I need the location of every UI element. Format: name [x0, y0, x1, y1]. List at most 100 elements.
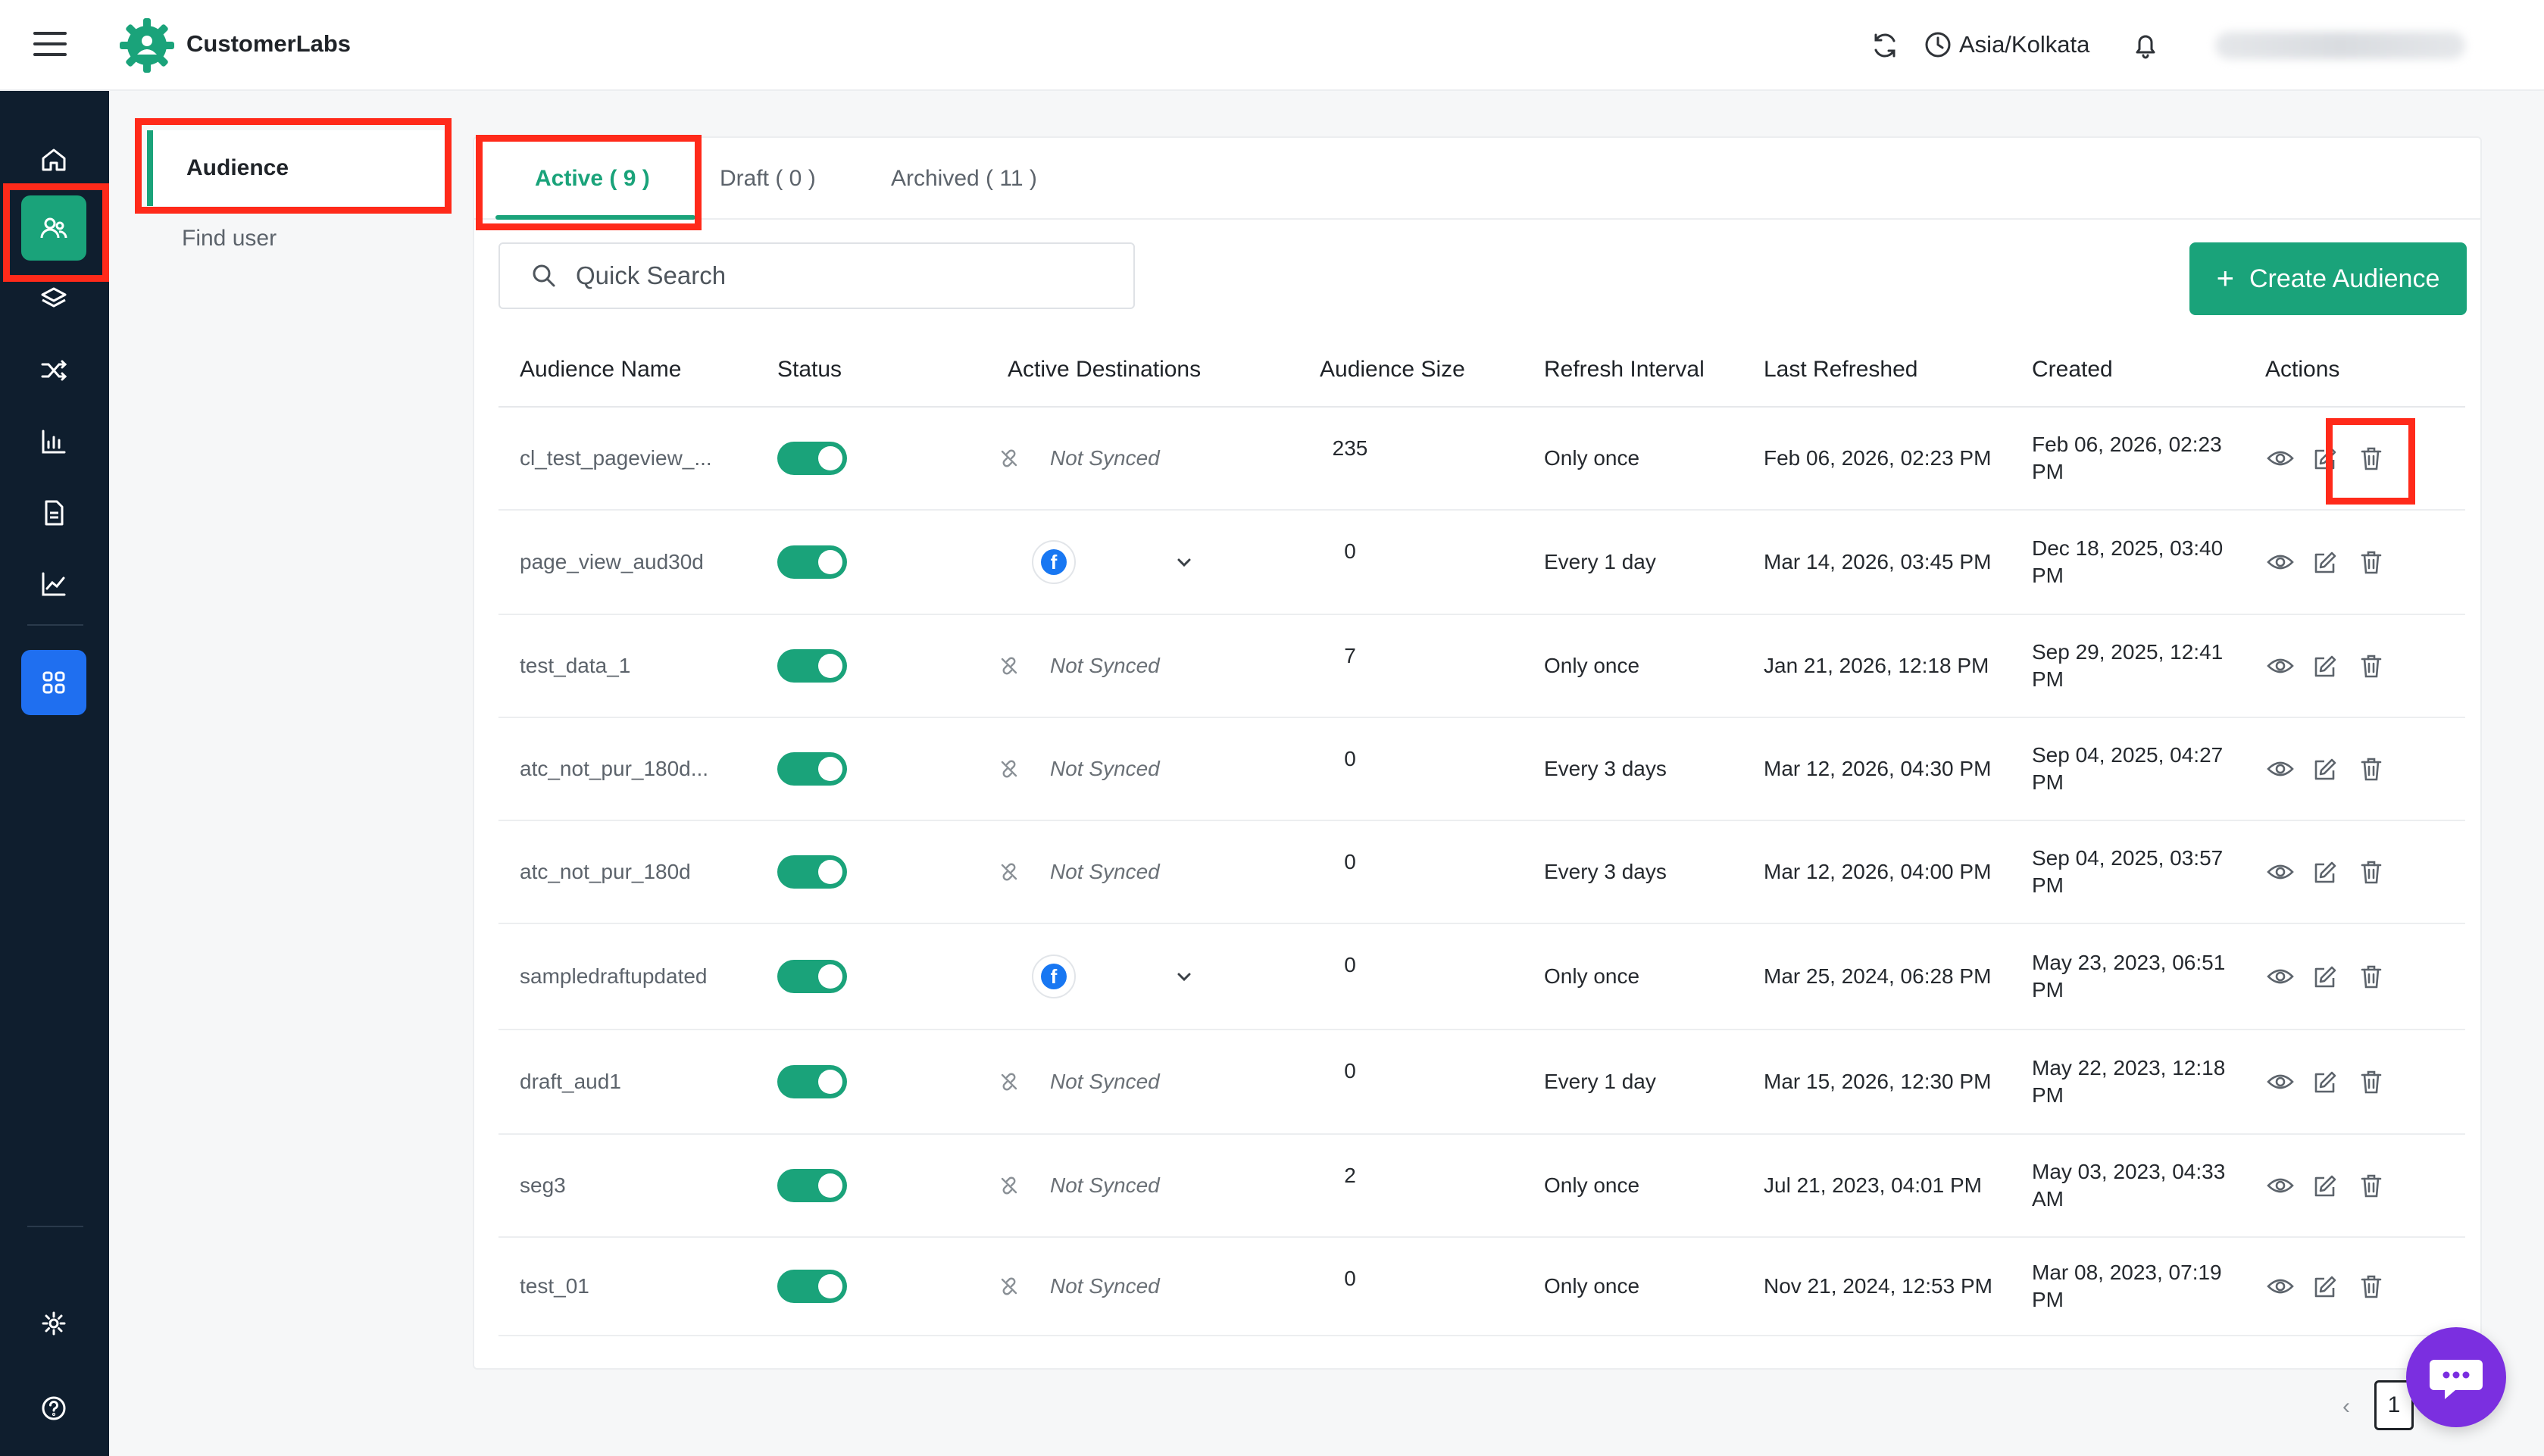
audience-size: 0	[1344, 1059, 1356, 1083]
status-toggle[interactable]	[777, 1065, 847, 1098]
subnav-item-audience[interactable]: Audience	[147, 130, 444, 206]
chevron-down-icon[interactable]	[1174, 552, 1194, 572]
not-synced-label: Not Synced	[1050, 757, 1160, 780]
subnav-item-find-user[interactable]: Find user	[182, 220, 277, 258]
search-box[interactable]	[498, 242, 1135, 309]
rail-flows[interactable]	[21, 338, 86, 403]
audience-name[interactable]: draft_aud1	[520, 1030, 621, 1133]
layers-icon	[41, 287, 67, 308]
audience-name[interactable]: page_view_aud30d	[520, 511, 704, 614]
view-eye-icon[interactable]	[2265, 754, 2296, 784]
rail-analytics[interactable]	[21, 409, 86, 474]
table-row: test_01 Not Synced 0 Only once Nov 21, 2024,…	[498, 1238, 2465, 1336]
facebook-destination[interactable]: f	[1032, 540, 1076, 584]
rail-trends[interactable]	[21, 551, 86, 617]
unlink-icon	[1001, 449, 1017, 467]
delete-trash-icon[interactable]	[2356, 1271, 2386, 1301]
created-date: Mar 08, 2023, 07:19 PM	[2032, 1238, 2222, 1335]
view-eye-icon[interactable]	[2265, 1271, 2296, 1301]
edit-icon[interactable]	[2311, 443, 2341, 473]
created-date-line: May 23, 2023, 06:51	[2032, 951, 2226, 974]
created-date: Sep 04, 2025, 03:57 PM	[2032, 821, 2223, 923]
chat-widget-button[interactable]	[2406, 1327, 2506, 1427]
unlink-icon	[1001, 657, 1017, 675]
delete-trash-icon[interactable]	[2356, 443, 2386, 473]
status-toggle[interactable]	[777, 960, 847, 993]
facebook-icon: f	[1041, 964, 1067, 989]
tab-archived[interactable]: Archived ( 11 )	[891, 138, 1037, 220]
edit-icon[interactable]	[2311, 547, 2341, 577]
audience-name[interactable]: test_data_1	[520, 615, 630, 717]
chat-bubble-icon	[2430, 1360, 2483, 1399]
rail-divider	[27, 624, 83, 626]
view-eye-icon[interactable]	[2265, 651, 2296, 681]
audience-name[interactable]: cl_test_pageview_...	[520, 408, 712, 509]
status-toggle[interactable]	[777, 752, 847, 786]
view-eye-icon[interactable]	[2265, 961, 2296, 992]
rail-layers[interactable]	[21, 267, 86, 332]
rail-help[interactable]	[21, 1376, 86, 1441]
rail-divider	[27, 1226, 83, 1227]
created-time-period: AM	[2032, 1187, 2064, 1211]
view-eye-icon[interactable]	[2265, 547, 2296, 577]
edit-icon[interactable]	[2311, 1067, 2341, 1097]
hamburger-menu-icon[interactable]	[33, 32, 67, 59]
timezone-selector[interactable]: Asia/Kolkata	[1924, 27, 2089, 62]
search-input[interactable]	[576, 261, 1106, 290]
tab-draft[interactable]: Draft ( 0 )	[720, 138, 816, 220]
audience-name[interactable]: atc_not_pur_180d...	[520, 718, 708, 820]
audience-name[interactable]: sampledraftupdated	[520, 924, 708, 1029]
view-eye-icon[interactable]	[2265, 857, 2296, 887]
view-eye-icon[interactable]	[2265, 443, 2296, 473]
edit-icon[interactable]	[2311, 1271, 2341, 1301]
row-actions	[2265, 924, 2402, 1029]
chevron-down-icon[interactable]	[1174, 967, 1194, 986]
status-toggle[interactable]	[777, 442, 847, 475]
edit-icon[interactable]	[2311, 1170, 2341, 1201]
delete-trash-icon[interactable]	[2356, 754, 2386, 784]
clock-icon	[1925, 32, 1951, 58]
status-toggle[interactable]	[777, 855, 847, 889]
delete-trash-icon[interactable]	[2356, 1170, 2386, 1201]
edit-icon[interactable]	[2311, 651, 2341, 681]
shuffle-icon	[41, 360, 67, 381]
rail-settings[interactable]	[21, 1291, 86, 1356]
audience-name[interactable]: atc_not_pur_180d	[520, 821, 691, 923]
delete-trash-icon[interactable]	[2356, 1067, 2386, 1097]
delete-trash-icon[interactable]	[2356, 857, 2386, 887]
audience-name[interactable]: seg3	[520, 1135, 566, 1236]
delete-trash-icon[interactable]	[2356, 547, 2386, 577]
unlink-icon	[1001, 1277, 1017, 1295]
rail-reports[interactable]	[21, 480, 86, 545]
not-synced-label: Not Synced	[1050, 654, 1160, 677]
prev-page-button[interactable]: ‹	[2342, 1394, 2350, 1420]
edit-icon[interactable]	[2311, 754, 2341, 784]
status-toggle[interactable]	[777, 1169, 847, 1202]
view-eye-icon[interactable]	[2265, 1170, 2296, 1201]
refresh-icon[interactable]	[1868, 29, 1902, 62]
facebook-icon: f	[1041, 549, 1067, 575]
row-actions	[2265, 1135, 2402, 1236]
audience-size: 7	[1344, 644, 1356, 667]
audience-name[interactable]: test_01	[520, 1238, 589, 1335]
status-cell	[777, 1238, 847, 1335]
user-account-menu[interactable]	[2215, 32, 2465, 59]
delete-trash-icon[interactable]	[2356, 651, 2386, 681]
edit-icon[interactable]	[2311, 857, 2341, 887]
view-eye-icon[interactable]	[2265, 1067, 2296, 1097]
status-toggle[interactable]	[777, 1270, 847, 1303]
status-toggle[interactable]	[777, 649, 847, 683]
edit-icon[interactable]	[2311, 961, 2341, 992]
refresh-interval: Only once	[1544, 654, 1640, 677]
destination-cell: Not Synced	[999, 821, 1160, 923]
delete-trash-icon[interactable]	[2356, 961, 2386, 992]
facebook-destination[interactable]: f	[1032, 955, 1076, 998]
rail-apps[interactable]	[21, 650, 86, 715]
rail-home[interactable]	[21, 127, 86, 192]
rail-audience[interactable]	[21, 195, 86, 261]
bell-icon[interactable]	[2129, 29, 2162, 62]
create-audience-button[interactable]: + Create Audience	[2189, 242, 2467, 315]
status-toggle[interactable]	[777, 545, 847, 579]
status-tabs: Active ( 9 ) Draft ( 0 ) Archived ( 11 )	[474, 138, 2480, 220]
tab-active[interactable]: Active ( 9 )	[535, 138, 650, 220]
